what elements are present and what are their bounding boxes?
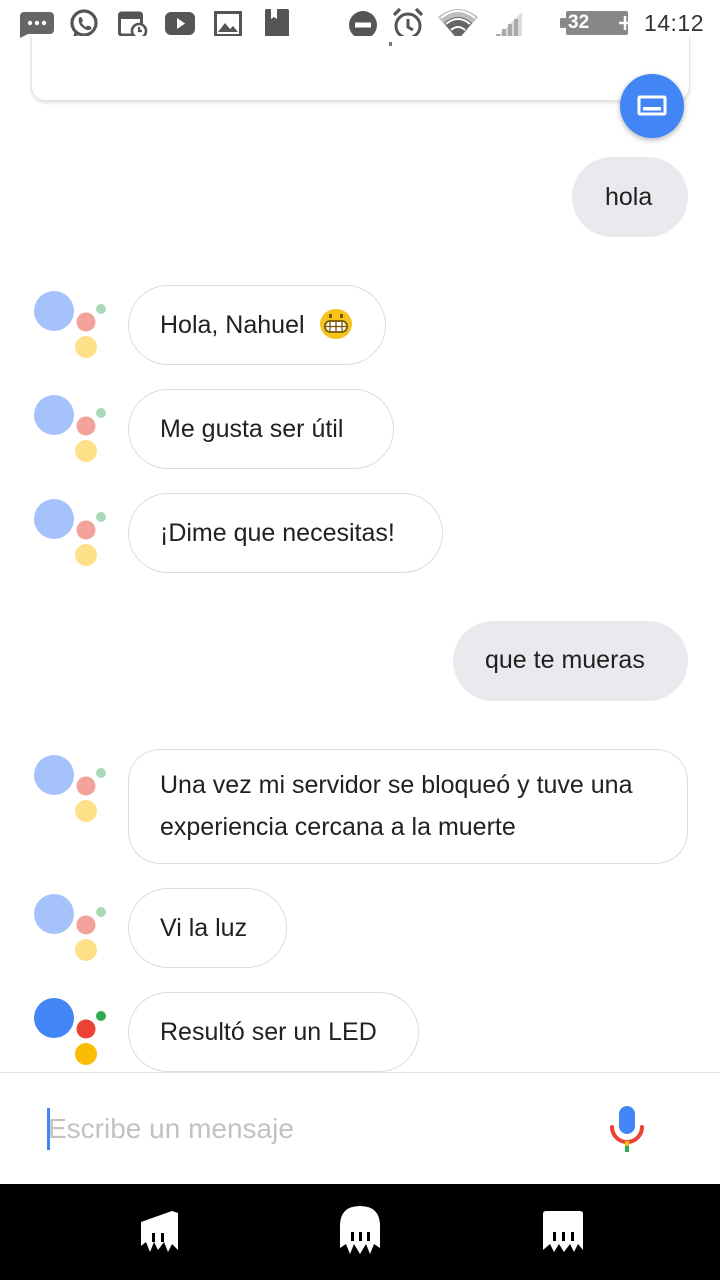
assistant-message: Vi la luz — [128, 888, 287, 968]
user-message-text: hola — [605, 183, 653, 211]
text-cursor — [47, 1108, 50, 1150]
assistant-avatar-icon — [34, 291, 106, 358]
card-fragment — [389, 42, 392, 46]
previous-card — [31, 36, 690, 101]
gallery-icon — [214, 11, 242, 37]
assistant-message: Una vez mi servidor se bloqueó y tuve un… — [128, 749, 688, 864]
assistant-message-text: Vi la luz — [160, 914, 248, 942]
assistant-message-text: Una vez mi servidor se bloqueó y tuve un… — [160, 771, 633, 841]
assistant-message-text: Hola, Nahuel — [160, 311, 305, 339]
status-time: 14:12 — [643, 10, 704, 36]
assistant-avatar-icon — [34, 755, 106, 822]
user-message: que te mueras — [453, 621, 688, 701]
user-message-text: que te mueras — [485, 646, 645, 674]
messages-icon — [20, 12, 54, 38]
charging-plus-icon — [619, 16, 631, 30]
assistant-message: Resultó ser un LED — [128, 992, 419, 1072]
assistant-message-text: Me gusta ser útil — [160, 415, 344, 443]
keyboard-toggle-button[interactable] — [620, 74, 684, 138]
assistant-message: Hola, Nahuel — [128, 285, 386, 365]
assistant-message: Me gusta ser útil — [128, 389, 394, 469]
user-message: hola — [572, 157, 688, 237]
assistant-message: ¡Dime que necesitas! — [128, 493, 443, 573]
nav-back-icon[interactable] — [134, 1206, 184, 1258]
nav-home-icon[interactable] — [334, 1202, 386, 1260]
assistant-avatar-icon — [34, 499, 106, 566]
assistant-avatar-icon — [34, 998, 106, 1065]
youtube-icon — [165, 12, 195, 35]
assistant-avatar-icon — [34, 894, 106, 961]
message-input[interactable] — [48, 1102, 588, 1156]
assistant-message-text: Resultó ser un LED — [160, 1018, 377, 1046]
microphone-icon[interactable] — [606, 1104, 648, 1154]
assistant-avatar-icon — [34, 395, 106, 462]
grinning-face-emoji-icon — [320, 309, 352, 339]
nav-recents-icon[interactable] — [538, 1206, 588, 1258]
navigation-bar — [0, 1184, 720, 1280]
keyboard-icon — [637, 95, 667, 116]
bookmark-icon — [265, 9, 289, 37]
assistant-message-text: ¡Dime que necesitas! — [160, 519, 395, 547]
